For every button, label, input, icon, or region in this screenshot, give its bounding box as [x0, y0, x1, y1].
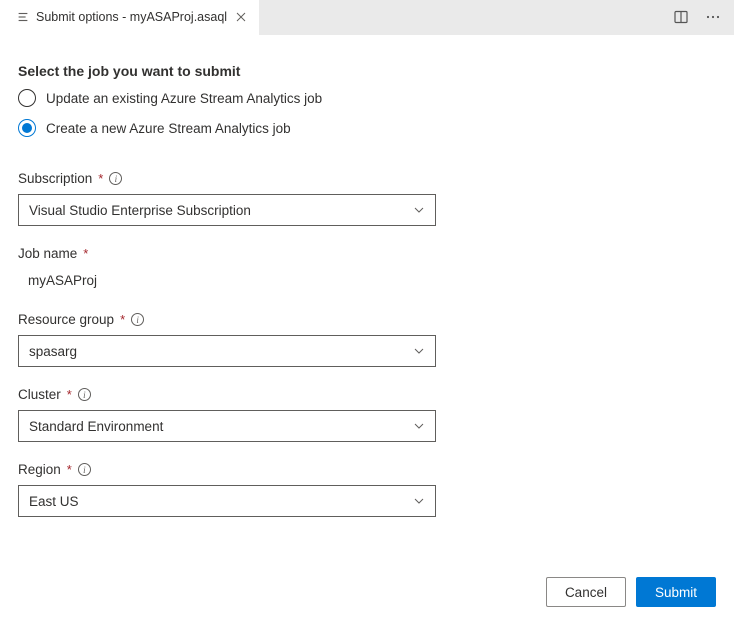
required-asterisk: *	[67, 462, 72, 477]
info-icon[interactable]: i	[109, 172, 122, 185]
subscription-select[interactable]: Visual Studio Enterprise Subscription	[18, 194, 436, 226]
chevron-down-icon	[413, 495, 425, 507]
subscription-field: Subscription * i Visual Studio Enterpris…	[18, 171, 716, 226]
required-asterisk: *	[120, 312, 125, 327]
cancel-button[interactable]: Cancel	[546, 577, 626, 607]
cluster-select[interactable]: Standard Environment	[18, 410, 436, 442]
required-asterisk: *	[98, 171, 103, 186]
region-select[interactable]: East US	[18, 485, 436, 517]
section-heading: Select the job you want to submit	[18, 63, 716, 79]
radio-label: Create a new Azure Stream Analytics job	[46, 121, 291, 136]
footer: Cancel Submit	[0, 577, 734, 625]
info-icon[interactable]: i	[131, 313, 144, 326]
info-icon[interactable]: i	[78, 388, 91, 401]
tab-strip-remainder	[259, 0, 734, 35]
select-value: Standard Environment	[29, 419, 163, 434]
tabs-container: Submit options - myASAProj.asaql	[0, 0, 734, 35]
chevron-down-icon	[413, 204, 425, 216]
radio-icon	[18, 119, 36, 137]
job-mode-radio-group: Update an existing Azure Stream Analytic…	[18, 89, 716, 137]
job-name-value[interactable]: myASAProj	[18, 269, 716, 292]
select-value: East US	[29, 494, 79, 509]
titlebar: Submit options - myASAProj.asaql	[0, 0, 734, 35]
close-icon[interactable]	[233, 9, 249, 25]
info-icon[interactable]: i	[78, 463, 91, 476]
select-value: Visual Studio Enterprise Subscription	[29, 203, 251, 218]
required-asterisk: *	[67, 387, 72, 402]
submit-button[interactable]: Submit	[636, 577, 716, 607]
split-editor-icon[interactable]	[670, 6, 692, 28]
required-asterisk: *	[83, 246, 88, 261]
chevron-down-icon	[413, 345, 425, 357]
field-label: Cluster	[18, 387, 61, 402]
tab-label: Submit options - myASAProj.asaql	[36, 10, 227, 24]
chevron-down-icon	[413, 420, 425, 432]
field-label: Subscription	[18, 171, 92, 186]
radio-icon	[18, 89, 36, 107]
radio-label: Update an existing Azure Stream Analytic…	[46, 91, 322, 106]
field-label: Region	[18, 462, 61, 477]
active-tab[interactable]: Submit options - myASAProj.asaql	[0, 0, 259, 35]
job-name-field: Job name * myASAProj	[18, 246, 716, 292]
list-icon	[16, 10, 30, 24]
form-content: Select the job you want to submit Update…	[0, 35, 734, 577]
region-field: Region * i East US	[18, 462, 716, 517]
resource-group-select[interactable]: spasarg	[18, 335, 436, 367]
resource-group-field: Resource group * i spasarg	[18, 312, 716, 367]
radio-update-existing[interactable]: Update an existing Azure Stream Analytic…	[18, 89, 716, 107]
select-value: spasarg	[29, 344, 77, 359]
cluster-field: Cluster * i Standard Environment	[18, 387, 716, 442]
radio-create-new[interactable]: Create a new Azure Stream Analytics job	[18, 119, 716, 137]
more-icon[interactable]	[702, 6, 724, 28]
field-label: Resource group	[18, 312, 114, 327]
field-label: Job name	[18, 246, 77, 261]
